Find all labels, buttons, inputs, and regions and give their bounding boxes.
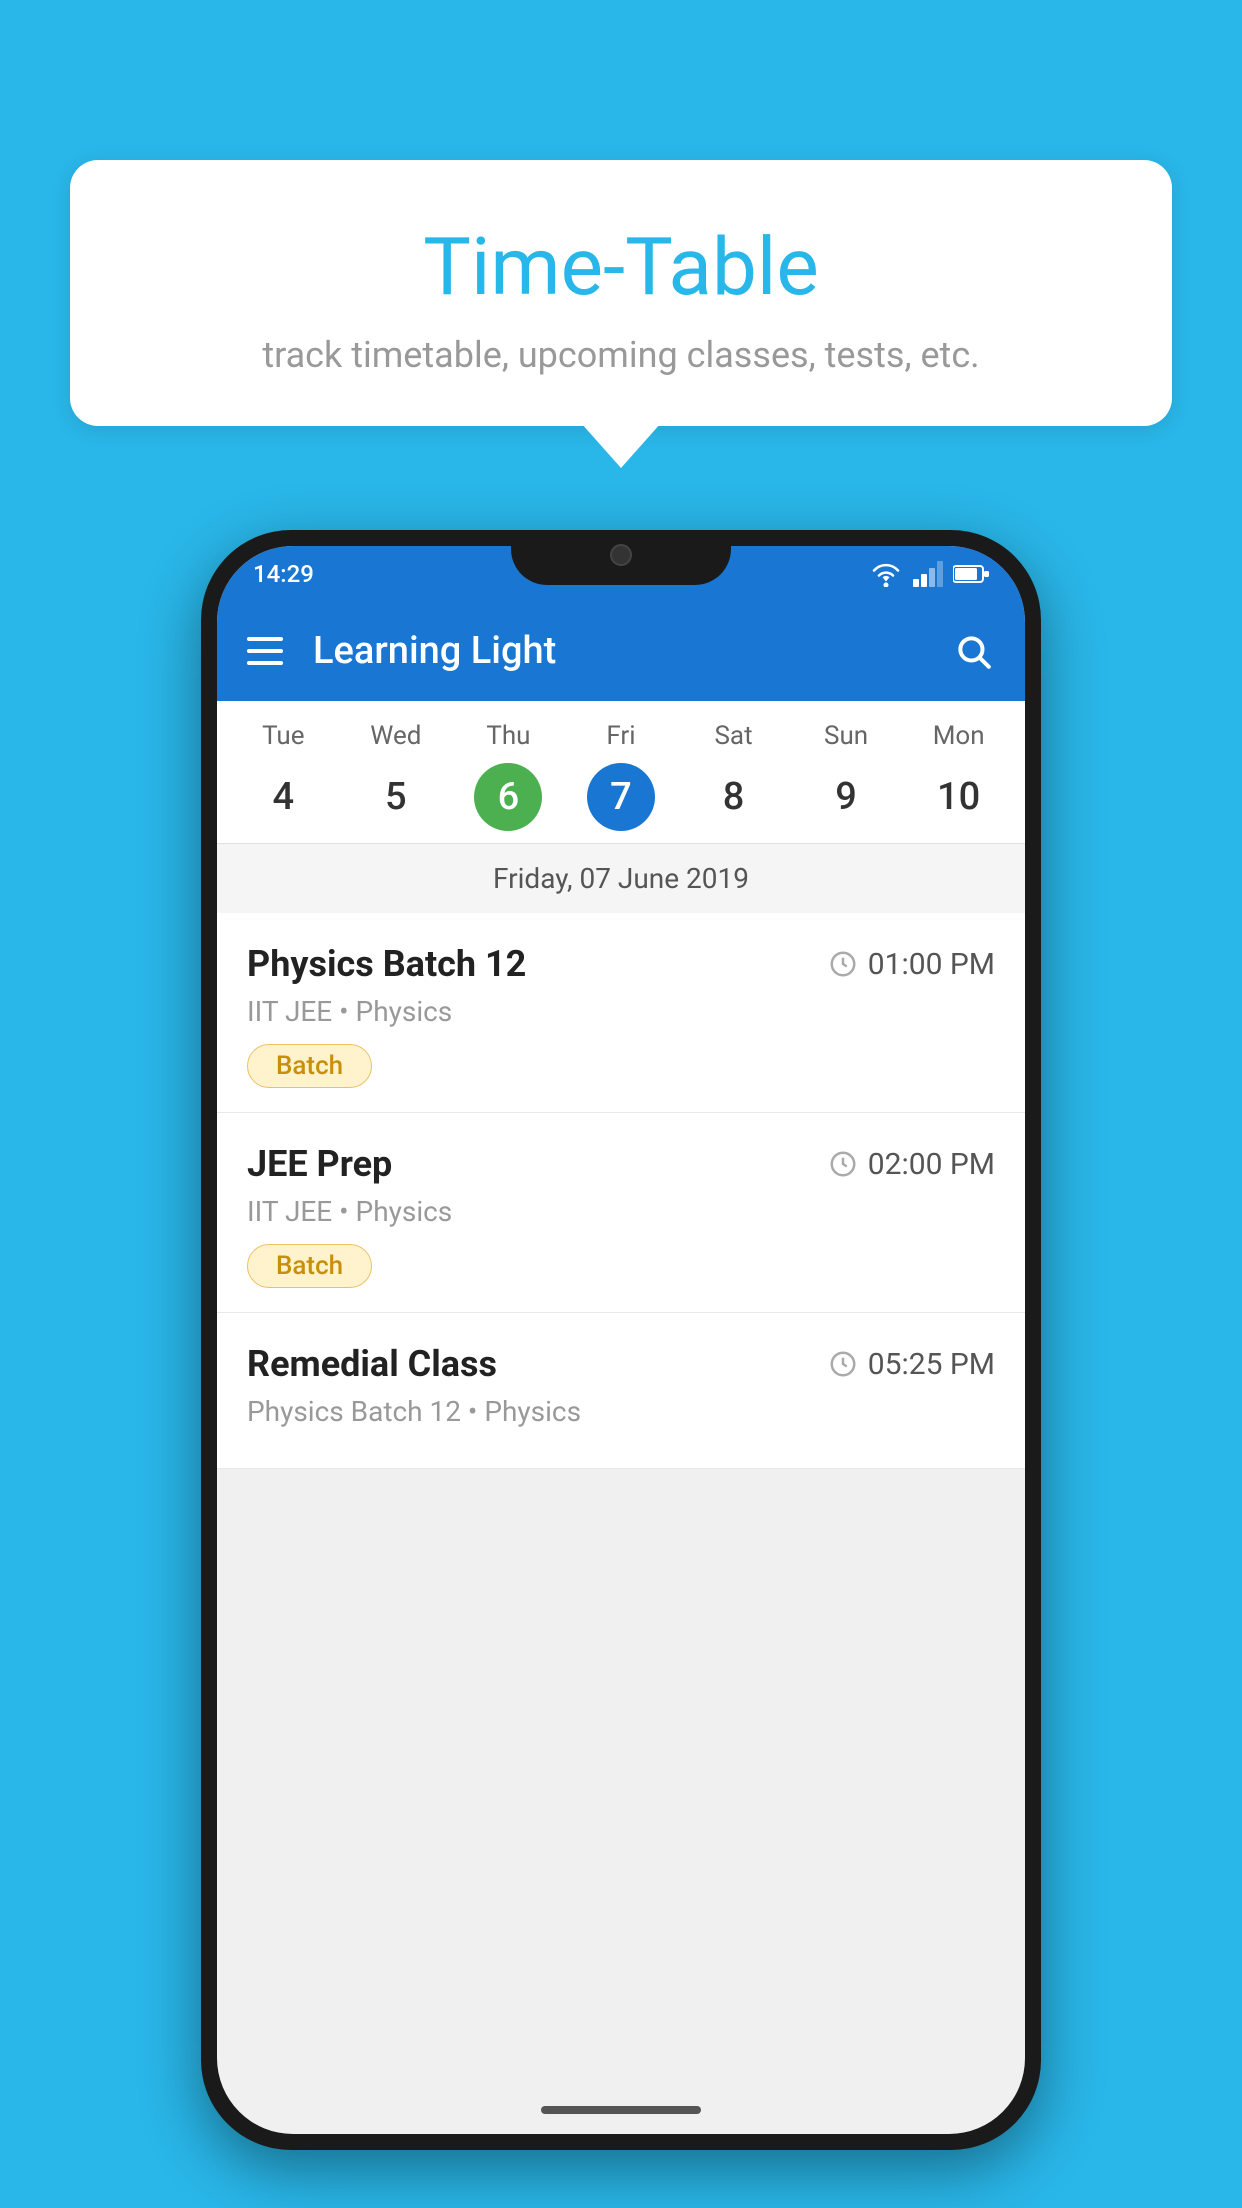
battery-icon	[953, 564, 989, 584]
day-number: 6	[474, 763, 542, 831]
time-text: 05:25 PM	[868, 1347, 995, 1382]
calendar-day-col[interactable]: Thu 6	[458, 721, 558, 831]
schedule-item-title: Physics Batch 12	[247, 943, 526, 985]
hamburger-menu-button[interactable]	[247, 637, 283, 665]
time-text: 02:00 PM	[868, 1147, 995, 1182]
clock-icon	[828, 1349, 858, 1379]
wifi-icon	[869, 561, 903, 587]
calendar-days-row: Tue 4 Wed 5 Thu 6 Fri 7 Sat 8 Sun 9 Mon 10	[217, 721, 1025, 831]
calendar-strip: Tue 4 Wed 5 Thu 6 Fri 7 Sat 8 Sun 9 Mon 10 Friday, 07…	[217, 701, 1025, 913]
schedule-item-subtitle: Physics Batch 12 • Physics	[247, 1395, 995, 1428]
time-text: 01:00 PM	[868, 947, 995, 982]
schedule-item-time: 02:00 PM	[828, 1147, 995, 1182]
calendar-day-col[interactable]: Sat 8	[684, 721, 784, 831]
calendar-day-col[interactable]: Mon 10	[909, 721, 1009, 831]
calendar-day-col[interactable]: Fri 7	[571, 721, 671, 831]
day-label: Sun	[824, 721, 868, 751]
day-label: Thu	[486, 721, 530, 751]
schedule-item-title: Remedial Class	[247, 1343, 497, 1385]
day-number: 7	[587, 763, 655, 831]
schedule-item-header: Physics Batch 12 01:00 PM	[247, 943, 995, 985]
phone-notch	[511, 530, 731, 585]
front-camera	[610, 544, 632, 566]
clock-icon	[828, 949, 858, 979]
batch-badge: Batch	[247, 1044, 372, 1088]
signal-icon	[913, 561, 943, 587]
day-label: Wed	[370, 721, 421, 751]
schedule-item-title: JEE Prep	[247, 1143, 392, 1185]
schedule-item-subtitle: IIT JEE • Physics	[247, 995, 995, 1028]
calendar-day-col[interactable]: Wed 5	[346, 721, 446, 831]
schedule-item-header: Remedial Class 05:25 PM	[247, 1343, 995, 1385]
tooltip-title: Time-Table	[120, 220, 1122, 314]
schedule-item-header: JEE Prep 02:00 PM	[247, 1143, 995, 1185]
schedule-item-time: 05:25 PM	[828, 1347, 995, 1382]
schedule-item[interactable]: Remedial Class 05:25 PM Physics Batch 12 •…	[217, 1313, 1025, 1469]
schedule-item[interactable]: JEE Prep 02:00 PM IIT JEE • Physics Batch	[217, 1113, 1025, 1313]
day-label: Sat	[714, 721, 752, 751]
day-label: Mon	[933, 721, 985, 751]
day-label: Tue	[262, 721, 304, 751]
day-number: 5	[362, 763, 430, 831]
home-indicator	[541, 2106, 701, 2114]
calendar-day-col[interactable]: Tue 4	[233, 721, 333, 831]
clock-icon	[828, 1149, 858, 1179]
tooltip-subtitle: track timetable, upcoming classes, tests…	[120, 334, 1122, 376]
app-bar: Learning Light	[217, 601, 1025, 701]
search-button[interactable]	[951, 629, 995, 673]
search-icon	[954, 632, 992, 670]
schedule-list: Physics Batch 12 01:00 PM IIT JEE • Physic…	[217, 913, 1025, 1469]
phone-screen: 14:29	[217, 546, 1025, 2134]
status-time: 14:29	[253, 560, 314, 588]
day-number: 8	[700, 763, 768, 831]
schedule-item-time: 01:00 PM	[828, 947, 995, 982]
day-number: 9	[812, 763, 880, 831]
selected-date-label: Friday, 07 June 2019	[217, 843, 1025, 913]
batch-badge: Batch	[247, 1244, 372, 1288]
schedule-item-subtitle: IIT JEE • Physics	[247, 1195, 995, 1228]
phone-frame: 14:29	[201, 530, 1041, 2150]
status-icons	[869, 561, 989, 587]
calendar-day-col[interactable]: Sun 9	[796, 721, 896, 831]
app-title: Learning Light	[313, 629, 951, 673]
day-label: Fri	[606, 721, 635, 751]
schedule-item[interactable]: Physics Batch 12 01:00 PM IIT JEE • Physic…	[217, 913, 1025, 1113]
day-number: 10	[925, 763, 993, 831]
day-number: 4	[249, 763, 317, 831]
tooltip-card: Time-Table track timetable, upcoming cla…	[70, 160, 1172, 426]
